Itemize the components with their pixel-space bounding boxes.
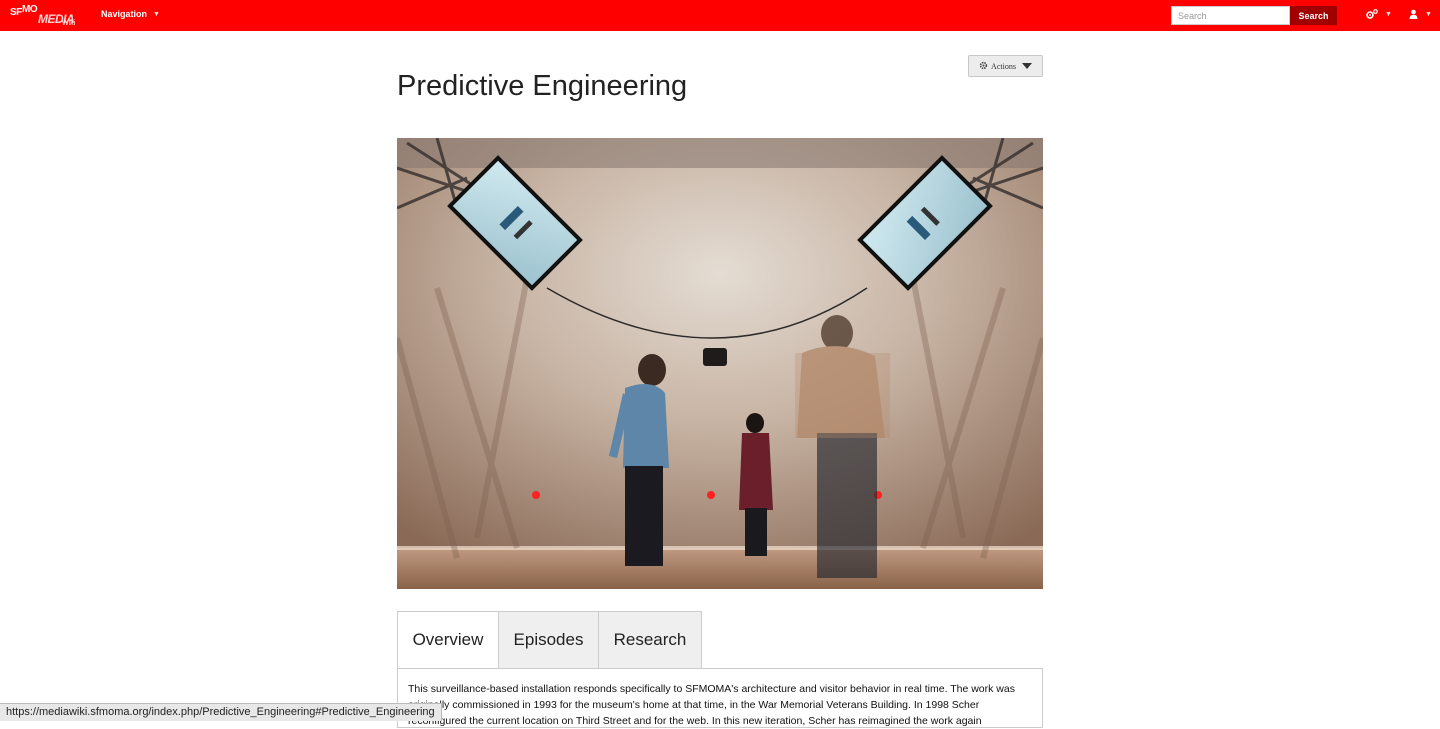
actions-label: Actions	[991, 61, 1016, 71]
navigation-label: Navigation	[101, 9, 148, 19]
user-icon	[1409, 9, 1418, 19]
tools-dropdown[interactable]: ▼	[1366, 9, 1392, 19]
tab-content-panel: This surveillance-based installation res…	[397, 668, 1043, 728]
overview-paragraph: This surveillance-based installation res…	[408, 683, 1015, 727]
tab-research[interactable]: Research	[598, 611, 702, 669]
search-input[interactable]	[1171, 6, 1290, 25]
chevron-down-icon: ▼	[1425, 10, 1432, 18]
tab-episodes[interactable]: Episodes	[498, 611, 599, 669]
link-status-bar: https://mediawiki.sfmoma.org/index.php/P…	[0, 703, 442, 721]
gears-icon	[1366, 9, 1378, 19]
user-dropdown[interactable]: ▼	[1409, 9, 1432, 19]
page-tabs: Overview Episodes Research	[397, 611, 702, 669]
gear-icon	[979, 61, 988, 72]
sfmoma-media-wiki-logo[interactable]: SF MO MEDIA Wiki	[8, 3, 82, 29]
page-title: Predictive Engineering	[397, 70, 688, 102]
top-navbar: SF MO MEDIA Wiki Navigation ▼ Search ▼ ▼	[0, 0, 1440, 31]
actions-dropdown-button[interactable]: Actions	[968, 55, 1043, 77]
artwork-installation-image[interactable]	[397, 138, 1043, 589]
chevron-down-icon: ▼	[1385, 10, 1392, 18]
search-button[interactable]: Search	[1290, 6, 1337, 25]
tab-overview[interactable]: Overview	[397, 611, 499, 669]
navigation-dropdown[interactable]: Navigation ▼	[101, 9, 160, 19]
caret-down-icon	[1021, 62, 1032, 71]
chevron-down-icon: ▼	[153, 10, 160, 18]
